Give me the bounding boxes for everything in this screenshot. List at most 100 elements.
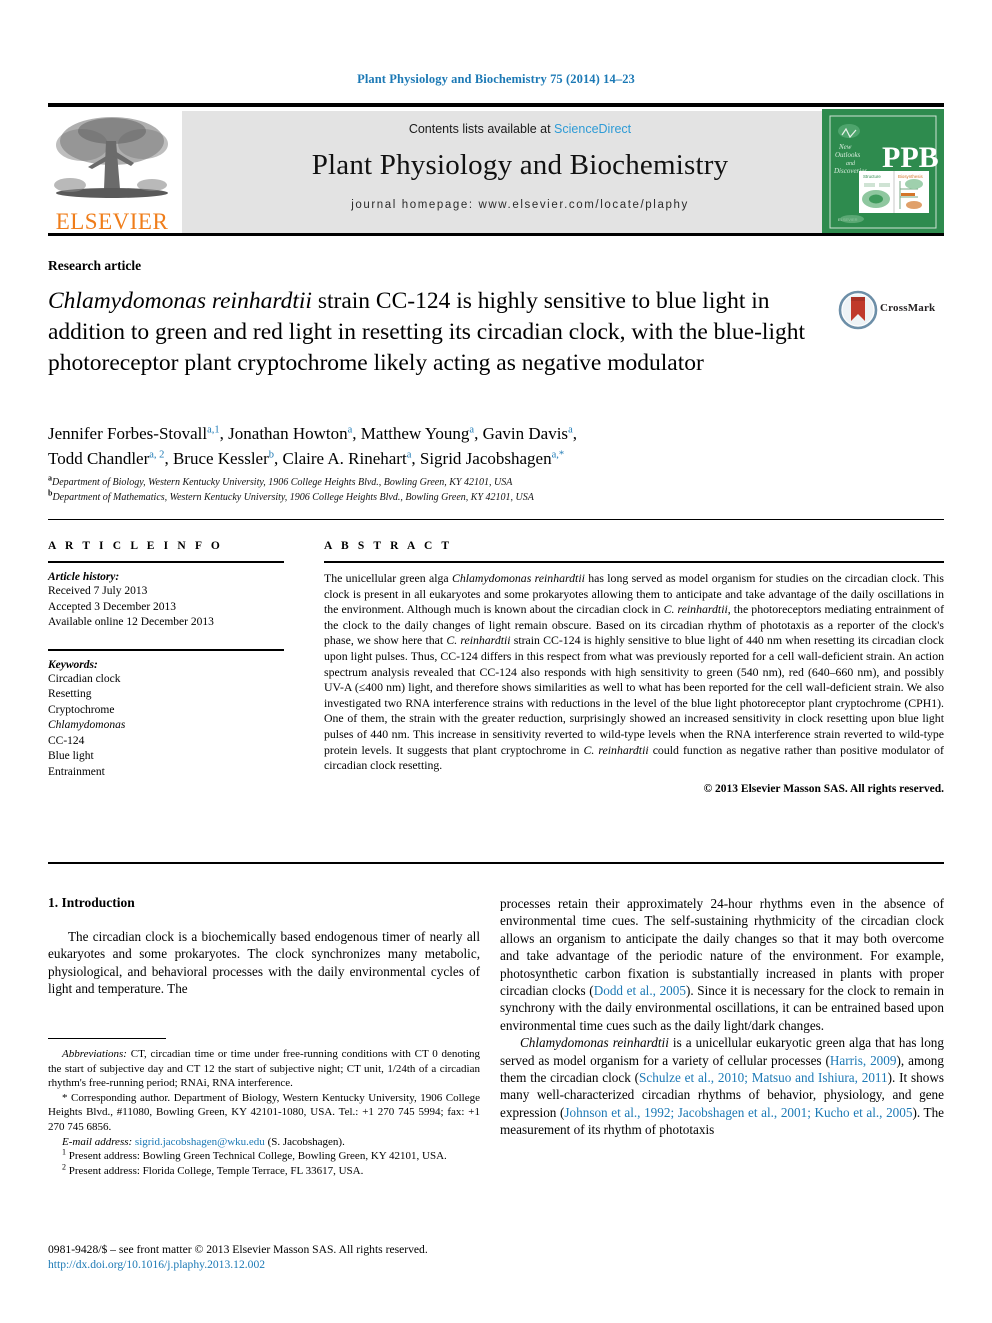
abstract-rule <box>324 561 944 563</box>
article-history-label: Article history: <box>48 571 120 583</box>
abstract-body: The unicellular green alga Chlamydomonas… <box>324 571 944 774</box>
abstract-species: C. reinhardtii <box>583 742 649 757</box>
footnote-label: Abbreviations: <box>62 1048 127 1060</box>
citation-link[interactable]: Johnson et al., 1992; Jacobshagen et al.… <box>564 1105 912 1120</box>
abstract-species: C. reinhardtii <box>663 602 728 617</box>
journal-name: Plant Physiology and Biochemistry <box>311 149 729 181</box>
author-separator: , <box>572 424 577 443</box>
crossmark-icon <box>838 290 878 330</box>
article-history-item: Available online 12 December 2013 <box>48 616 214 628</box>
footnote-rule <box>48 1038 166 1039</box>
body-left-column: 1. Introduction The circadian clock is a… <box>48 895 480 998</box>
journal-title-band: Contents lists available at ScienceDirec… <box>182 111 858 233</box>
svg-text:Outlooks: Outlooks <box>835 151 861 159</box>
author-affil-marker: a,1 <box>207 424 220 436</box>
author-name: Jennifer Forbes-Stovall <box>48 424 208 443</box>
article-history-item: Accepted 3 December 2013 <box>48 600 177 613</box>
author-name: , Claire A. Rinehart <box>274 449 407 468</box>
elsevier-logo: ELSEVIER <box>48 111 176 233</box>
doi-link[interactable]: http://dx.doi.org/10.1016/j.plaphy.2013.… <box>48 1257 508 1272</box>
footnote-present-address-1: 1 Present address: Bowling Green Technic… <box>48 1148 480 1164</box>
affiliation-text: Department of Biology, Western Kentucky … <box>52 477 513 488</box>
affiliation-list: aDepartment of Biology, Western Kentucky… <box>48 474 878 505</box>
affiliation-text: Department of Mathematics, Western Kentu… <box>52 491 534 503</box>
footnote-text: Present address: Florida College, Temple… <box>66 1164 364 1177</box>
journal-masthead: ELSEVIER Contents lists available at Sci… <box>48 103 944 236</box>
article-history-item: Received 7 July 2013 <box>48 585 148 597</box>
abstract-section-bottom-rule <box>48 862 944 864</box>
abstract-frag: The unicellular green alga <box>324 571 452 585</box>
intro-paragraph-right-1: processes retain their approximately 24-… <box>500 895 944 1034</box>
article-info-rule <box>48 561 284 563</box>
abstract-species: Chlamydomonas reinhardtii <box>451 571 585 585</box>
email-label: E-mail address: <box>62 1135 133 1148</box>
journal-article-page: Plant Physiology and Biochemistry 75 (20… <box>0 0 992 1323</box>
keyword-item: Circadian clock <box>48 672 121 685</box>
email-link[interactable]: sigrid.jacobshagen@wku.edu <box>135 1136 265 1148</box>
citation-link[interactable]: Dodd et al., 2005 <box>594 983 686 998</box>
ppb-cover-icon: PPB New Outlooks and Discoveries Structu… <box>822 109 944 235</box>
author-name: Todd Chandler <box>48 449 150 468</box>
email-owner: (S. Jacobshagen). <box>264 1135 345 1148</box>
footnote-email: E-mail address: sigrid.jacobshagen@wku.e… <box>48 1135 480 1150</box>
abstract-section-top-rule <box>48 519 944 520</box>
footnote-abbreviations: Abbreviations: CT, circadian time or tim… <box>48 1047 480 1091</box>
keyword-item: Entrainment <box>48 765 105 778</box>
author-list: Jennifer Forbes-Stovalla,1, Jonathan How… <box>48 421 878 471</box>
contents-list-line: Contents lists available at ScienceDirec… <box>182 122 858 136</box>
citation-link[interactable]: Schulze et al., 2010; Matsuo and Ishiura… <box>639 1070 888 1085</box>
svg-text:Structure: Structure <box>863 174 881 179</box>
svg-text:Biosynthesis: Biosynthesis <box>898 174 923 179</box>
svg-text:PPB: PPB <box>882 141 939 174</box>
keyword-item: Resetting <box>48 688 92 700</box>
svg-text:New: New <box>838 143 852 151</box>
intro-paragraph-left: The circadian clock is a biochemically b… <box>48 929 480 997</box>
abstract-frag: strain CC-124 is highly sensitive to blu… <box>324 633 944 757</box>
author-name: , Bruce Kessler <box>164 449 269 468</box>
keyword-item: Chlamydomonas <box>48 719 126 731</box>
abstract-species: C. reinhardtii <box>446 633 511 648</box>
keyword-item: Cryptochrome <box>48 703 115 716</box>
issn-front-matter: 0981-9428/$ – see front matter © 2013 El… <box>48 1243 428 1256</box>
author-name: , Matthew Young <box>352 424 470 443</box>
author-affil-marker: a, 2 <box>149 449 165 461</box>
elsevier-wordmark: ELSEVIER <box>55 209 169 234</box>
running-head: Plant Physiology and Biochemistry 75 (20… <box>357 72 635 86</box>
footnote-present-address-2: 2 Present address: Florida College, Temp… <box>48 1163 480 1179</box>
copyright-line: © 2013 Elsevier Masson SAS. All rights r… <box>703 782 944 795</box>
section-heading-introduction: 1. Introduction <box>48 895 135 910</box>
author-name: , Sigrid Jacobshagen <box>411 449 552 468</box>
title-species-name: Chlamydomonas reinhardtii <box>48 288 312 314</box>
author-name: , Jonathan Howton <box>219 424 348 443</box>
footnote-text: Present address: Bowling Green Technical… <box>66 1150 447 1163</box>
article-info-column: A R T I C L E I N F O Article history: R… <box>48 540 284 780</box>
article-type-label: Research article <box>48 258 142 273</box>
intro-paragraph-right-2: Chlamydomonas reinhardtii is a unicellul… <box>500 1034 944 1138</box>
sciencedirect-link[interactable]: ScienceDirect <box>554 122 631 136</box>
footnote-corresponding-author: * Corresponding author. Department of Bi… <box>48 1091 480 1133</box>
keywords-rule <box>48 648 284 651</box>
masthead-top-rule <box>48 103 944 107</box>
masthead-bottom-rule <box>48 233 944 236</box>
keyword-item: CC-124 <box>48 734 85 747</box>
imprint-block: 0981-9428/$ – see front matter © 2013 El… <box>48 1242 508 1272</box>
keyword-item: Blue light <box>48 750 94 762</box>
para-species: Chlamydomonas reinhardtii <box>520 1035 669 1051</box>
keywords-label: Keywords: <box>48 658 98 671</box>
page-title: Chlamydomonas reinhardtii strain CC-124 … <box>48 286 828 379</box>
abstract-heading: A B S T R A C T <box>324 540 453 552</box>
article-info-heading: A R T I C L E I N F O <box>48 540 223 552</box>
title-zone: Research article Chlamydomonas reinhardt… <box>48 258 944 379</box>
journal-cover-thumbnail: PPB New Outlooks and Discoveries Structu… <box>822 109 944 235</box>
body-right-column: processes retain their approximately 24-… <box>500 895 944 1139</box>
contents-prefix: Contents lists available at <box>408 122 555 136</box>
footnote-block: Abbreviations: CT, circadian time or tim… <box>48 1038 480 1178</box>
citation-link[interactable]: Harris, 2009 <box>830 1053 897 1068</box>
elsevier-tree-icon <box>54 117 168 198</box>
abstract-column: A B S T R A C T The unicellular green al… <box>324 540 944 795</box>
journal-homepage[interactable]: journal homepage: www.elsevier.com/locat… <box>182 199 858 211</box>
author-name: , Gavin Davis <box>474 424 569 443</box>
author-affil-marker: a,* <box>551 449 565 461</box>
crossmark-badge[interactable]: CrossMark <box>838 290 944 330</box>
